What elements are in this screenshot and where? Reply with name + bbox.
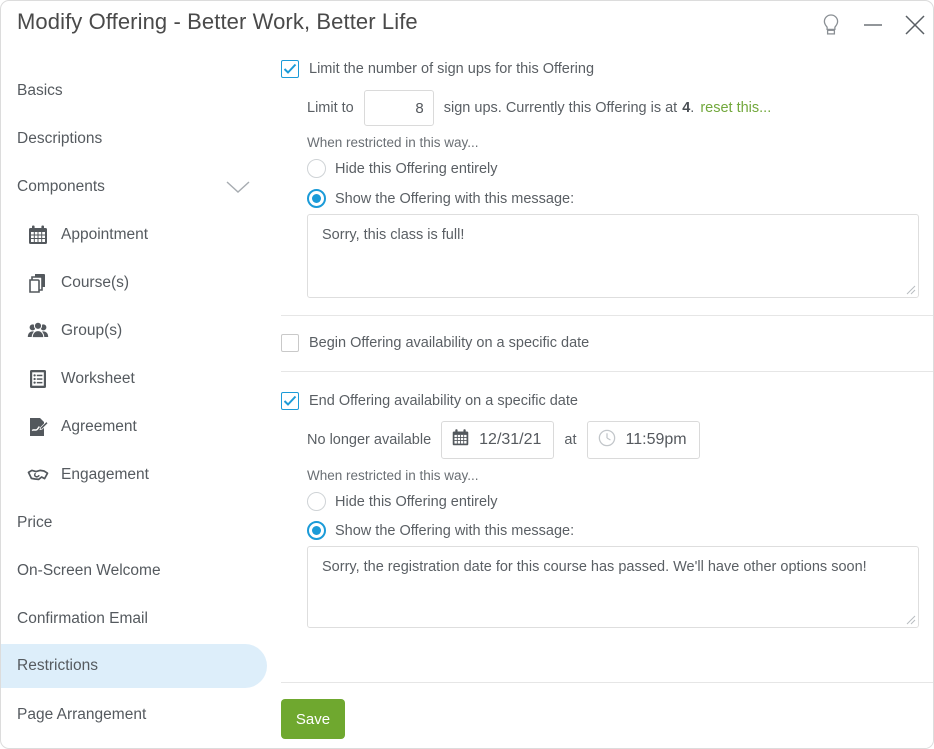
sidebar-item-label: Course(s)	[61, 274, 130, 291]
signups-suffix-label: sign ups. Currently this Offering is at	[443, 100, 678, 116]
end-date-value: 12/31/21	[479, 431, 542, 448]
sidebar-item-label: Agreement	[61, 418, 137, 435]
begin-date-checkbox[interactable]	[281, 334, 299, 352]
sidebar-item-courses[interactable]: Course(s)	[1, 261, 267, 305]
end-show-message-radio-row[interactable]: Show the Offering with this message:	[307, 521, 574, 540]
end-date-input[interactable]: 12/31/21	[441, 421, 555, 459]
limit-show-message-radio-row[interactable]: Show the Offering with this message:	[307, 189, 574, 208]
limit-show-message-radio[interactable]	[307, 189, 326, 208]
end-date-checkbox-row[interactable]: End Offering availability on a specific …	[281, 392, 578, 410]
close-icon[interactable]	[897, 7, 933, 43]
lightbulb-icon[interactable]	[813, 7, 849, 43]
end-date-value-row: No longer available 12/31/21 at 11:59pm	[307, 421, 700, 459]
sidebar-item-label: Confirmation Email	[17, 610, 148, 627]
people-icon	[25, 318, 51, 344]
save-button[interactable]: Save	[281, 699, 345, 739]
sidebar-item-descriptions[interactable]: Descriptions	[1, 117, 267, 161]
section-divider	[281, 371, 933, 372]
resize-grip-icon[interactable]	[904, 613, 916, 625]
section-divider	[281, 315, 933, 316]
minimize-icon[interactable]	[855, 7, 891, 43]
limit-show-message-label: Show the Offering with this message:	[335, 190, 575, 207]
title-bar: Modify Offering - Better Work, Better Li…	[1, 1, 933, 49]
sidebar-item-worksheet[interactable]: Worksheet	[1, 357, 267, 401]
end-time-input[interactable]: 11:59pm	[586, 421, 700, 459]
sidebar-item-agreement[interactable]: Agreement	[1, 405, 267, 449]
sidebar-item-engagement[interactable]: Engagement	[1, 453, 267, 497]
sidebar-item-appointment[interactable]: Appointment	[1, 213, 267, 257]
calendar-icon	[25, 222, 51, 248]
modify-offering-window: Modify Offering - Better Work, Better Li…	[0, 0, 934, 749]
end-show-message-radio[interactable]	[307, 521, 326, 540]
limit-when-restricted-label: When restricted in this way...	[307, 135, 479, 150]
sidebar-item-label: Components	[17, 178, 105, 195]
sidebar-item-basics[interactable]: Basics	[1, 69, 267, 113]
pages-icon	[25, 270, 51, 296]
at-label: at	[564, 432, 577, 448]
end-message-textarea[interactable]: Sorry, the registration date for this co…	[307, 546, 919, 628]
limit-message-textarea[interactable]: Sorry, this class is full!	[307, 214, 919, 298]
sidebar-item-price[interactable]: Price	[1, 501, 267, 545]
sidebar-item-label: Worksheet	[61, 370, 135, 387]
begin-date-label: Begin Offering availability on a specifi…	[309, 335, 590, 351]
resize-grip-icon[interactable]	[904, 283, 916, 295]
limit-hide-offering-radio-row[interactable]: Hide this Offering entirely	[307, 159, 498, 178]
current-count-value: 4	[682, 100, 691, 116]
sidebar-item-components[interactable]: Components	[1, 165, 267, 209]
sidebar-item-label: Engagement	[61, 466, 149, 483]
end-date-checkbox[interactable]	[281, 392, 299, 410]
end-hide-offering-radio[interactable]	[307, 492, 326, 511]
reset-this-link[interactable]: reset this...	[700, 100, 771, 116]
sidebar-item-on-screen-welcome[interactable]: On-Screen Welcome	[1, 549, 267, 593]
sidebar-item-label: Page Arrangement	[17, 706, 147, 723]
clock-icon	[597, 428, 617, 453]
limit-input[interactable]: 8	[363, 90, 434, 126]
handshake-icon	[25, 462, 51, 488]
sidebar-item-restrictions[interactable]: Restrictions	[1, 644, 267, 688]
sidebar-item-label: Restrictions	[17, 657, 98, 674]
period-label: .	[690, 100, 695, 116]
restrictions-panel: Limit the number of sign ups for this Of…	[267, 49, 933, 748]
limit-value-row: Limit to 8 sign ups. Currently this Offe…	[307, 90, 771, 126]
end-hide-offering-label: Hide this Offering entirely	[335, 493, 498, 510]
no-longer-available-label: No longer available	[307, 432, 432, 448]
sidebar-item-page-arrangement[interactable]: Page Arrangement	[1, 693, 267, 737]
limit-signups-checkbox[interactable]	[281, 60, 299, 78]
end-date-label: End Offering availability on a specific …	[309, 393, 578, 409]
limit-hide-offering-radio[interactable]	[307, 159, 326, 178]
footer-divider	[281, 682, 933, 683]
end-time-value: 11:59pm	[625, 431, 687, 448]
end-hide-offering-radio-row[interactable]: Hide this Offering entirely	[307, 492, 498, 511]
limit-message-text: Sorry, this class is full!	[322, 227, 465, 243]
list-icon	[25, 366, 51, 392]
end-show-message-label: Show the Offering with this message:	[335, 522, 575, 539]
sidebar-item-groups[interactable]: Group(s)	[1, 309, 267, 353]
sidebar-item-label: Descriptions	[17, 130, 103, 147]
page-title: Modify Offering - Better Work, Better Li…	[17, 9, 418, 34]
sidebar: Basics Descriptions Components Appointme…	[1, 49, 267, 748]
end-when-restricted-label: When restricted in this way...	[307, 468, 479, 483]
sidebar-item-confirmation-email[interactable]: Confirmation Email	[1, 597, 267, 641]
end-message-text: Sorry, the registration date for this co…	[322, 559, 867, 575]
begin-date-checkbox-row[interactable]: Begin Offering availability on a specifi…	[281, 334, 589, 352]
signed-document-icon	[25, 414, 51, 440]
sidebar-item-label: Price	[17, 514, 53, 531]
sidebar-item-label: Group(s)	[61, 322, 123, 339]
limit-signups-label: Limit the number of sign ups for this Of…	[309, 61, 595, 77]
limit-signups-checkbox-row[interactable]: Limit the number of sign ups for this Of…	[281, 60, 594, 78]
limit-to-label: Limit to	[307, 100, 354, 116]
limit-hide-offering-label: Hide this Offering entirely	[335, 160, 498, 177]
sidebar-item-label: On-Screen Welcome	[17, 562, 161, 579]
sidebar-item-label: Basics	[17, 82, 63, 99]
chevron-down-icon[interactable]	[223, 177, 253, 197]
calendar-icon	[451, 428, 470, 452]
sidebar-item-label: Appointment	[61, 226, 149, 243]
